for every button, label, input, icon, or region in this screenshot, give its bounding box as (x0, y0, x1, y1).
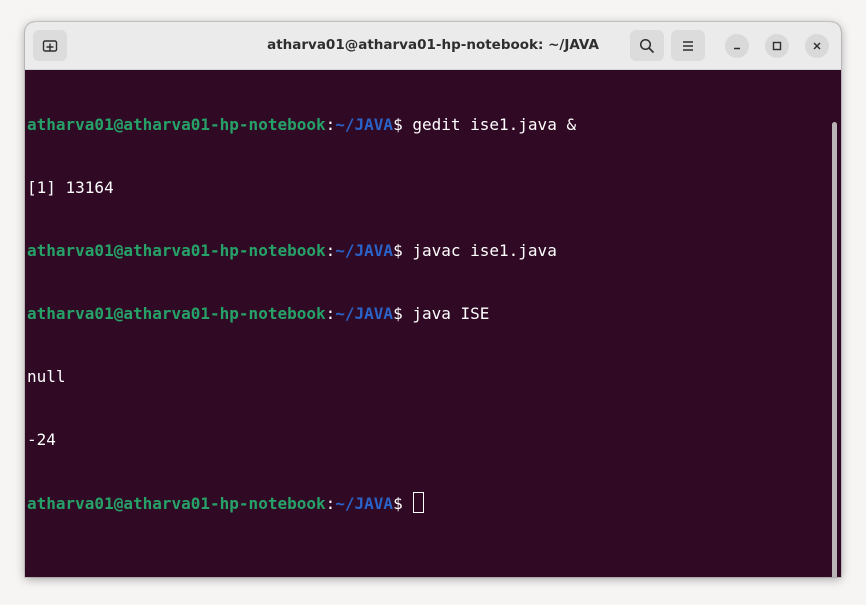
header-bar: atharva01@atharva01-hp-notebook: ~/JAVA (25, 22, 841, 70)
terminal-output: atharva01@atharva01-hp-notebook:~/JAVA$ … (27, 72, 576, 555)
prompt-symbol: $ (393, 115, 413, 134)
output-text: -24 (27, 430, 56, 449)
prompt-user: atharva01@atharva01-hp-notebook (27, 494, 326, 513)
prompt-path: ~/JAVA (335, 494, 394, 513)
prompt-colon: : (325, 241, 336, 260)
terminal-line: [1] 13164 (27, 177, 576, 198)
prompt-colon: : (325, 115, 336, 134)
search-icon (639, 38, 655, 53)
prompt-path: ~/JAVA (335, 115, 394, 134)
terminal-area[interactable]: atharva01@atharva01-hp-notebook:~/JAVA$ … (25, 70, 841, 577)
terminal-line: null (27, 366, 576, 387)
command-text: java ISE (412, 304, 490, 323)
window-title: atharva01@atharva01-hp-notebook: ~/JAVA (267, 37, 599, 53)
close-button[interactable] (805, 34, 829, 58)
minimize-icon (734, 47, 740, 50)
output-text: null (27, 367, 66, 386)
command-text: gedit ise1.java & (412, 115, 577, 134)
close-icon (813, 42, 821, 50)
terminal-window: atharva01@atharva01-hp-notebook: ~/JAVA (25, 22, 841, 577)
prompt-colon: : (325, 494, 336, 513)
maximize-icon (772, 41, 782, 51)
prompt-user: atharva01@atharva01-hp-notebook (27, 115, 326, 134)
minimize-button[interactable] (725, 34, 749, 58)
terminal-line: atharva01@atharva01-hp-notebook:~/JAVA$ … (27, 114, 576, 135)
prompt-symbol: $ (393, 494, 413, 513)
vertical-scrollbar[interactable] (832, 122, 837, 577)
hamburger-menu-icon (683, 40, 693, 51)
terminal-line: atharva01@atharva01-hp-notebook:~/JAVA$ … (27, 303, 576, 324)
command-text: javac ise1.java (412, 241, 557, 260)
prompt-colon: : (325, 304, 336, 323)
terminal-line: -24 (27, 429, 576, 450)
menu-button[interactable] (671, 30, 705, 61)
text-cursor (413, 492, 425, 513)
prompt-user: atharva01@atharva01-hp-notebook (27, 241, 326, 260)
prompt-user: atharva01@atharva01-hp-notebook (27, 304, 326, 323)
terminal-line: atharva01@atharva01-hp-notebook:~/JAVA$ (27, 492, 576, 513)
terminal-line: atharva01@atharva01-hp-notebook:~/JAVA$ … (27, 240, 576, 261)
output-text: [1] 13164 (27, 178, 114, 197)
prompt-symbol: $ (393, 241, 413, 260)
maximize-button[interactable] (765, 34, 789, 58)
search-button[interactable] (630, 30, 664, 61)
prompt-symbol: $ (393, 304, 413, 323)
prompt-path: ~/JAVA (335, 241, 394, 260)
prompt-path: ~/JAVA (335, 304, 394, 323)
